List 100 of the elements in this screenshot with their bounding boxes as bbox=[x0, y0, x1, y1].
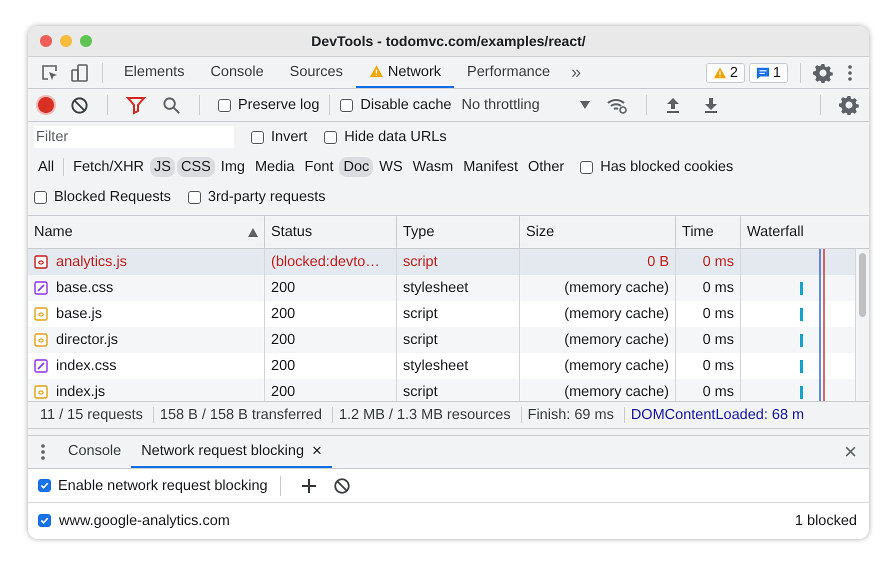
scrollbar-thumb[interactable] bbox=[859, 253, 866, 317]
script-file-icon bbox=[34, 385, 48, 399]
time-cell: 0 ms bbox=[702, 280, 734, 296]
type-filter-button[interactable]: CSS bbox=[176, 157, 215, 177]
more-tabs-button[interactable]: » bbox=[563, 62, 590, 83]
request-row[interactable]: index.js 200 script (memory cache) 0 ms bbox=[28, 379, 855, 401]
panel-tab[interactable]: Performance bbox=[454, 57, 564, 88]
panel-tab[interactable]: Elements bbox=[111, 57, 198, 88]
warning-icon bbox=[368, 64, 384, 79]
throttling-dropdown[interactable]: No throttling bbox=[461, 97, 590, 113]
script-file-icon bbox=[34, 255, 48, 269]
size-cell: (memory cache) bbox=[564, 332, 669, 348]
type-cell: stylesheet bbox=[403, 280, 468, 296]
settings-icon[interactable] bbox=[813, 62, 833, 82]
window-title: DevTools - todomvc.com/examples/react/ bbox=[311, 33, 586, 49]
request-name: director.js bbox=[56, 332, 118, 348]
type-filter-button[interactable]: JS bbox=[150, 157, 175, 177]
settings-icon[interactable] bbox=[839, 95, 859, 115]
record-button[interactable] bbox=[38, 97, 54, 113]
stylesheet-file-icon bbox=[34, 281, 48, 295]
column-header[interactable]: Status bbox=[265, 216, 397, 248]
column-header[interactable]: Size bbox=[520, 216, 676, 248]
add-icon[interactable] bbox=[300, 478, 317, 494]
close-window-button[interactable] bbox=[40, 35, 52, 47]
clear-icon[interactable] bbox=[332, 476, 351, 494]
status-cell: 200 bbox=[271, 280, 296, 296]
type-cell: script bbox=[403, 306, 438, 322]
checkbox[interactable] bbox=[218, 98, 231, 112]
device-toolbar-icon[interactable] bbox=[70, 62, 90, 82]
close-tab-button[interactable]: × bbox=[312, 441, 322, 461]
column-header[interactable]: Waterfall bbox=[741, 216, 869, 248]
clear-icon[interactable] bbox=[70, 96, 89, 114]
request-name: base.js bbox=[56, 306, 102, 322]
message-icon bbox=[756, 66, 770, 80]
status-cell: (blocked:devto… bbox=[271, 254, 380, 270]
upload-icon[interactable] bbox=[664, 96, 681, 114]
request-name: analytics.js bbox=[56, 254, 127, 270]
sort-ascending-icon bbox=[248, 228, 258, 236]
checkbox[interactable] bbox=[251, 130, 264, 144]
status-cell: 200 bbox=[271, 358, 296, 374]
size-cell: (memory cache) bbox=[564, 280, 669, 296]
type-filter-button[interactable]: Doc bbox=[339, 157, 374, 177]
type-filter-button[interactable]: Media bbox=[250, 157, 298, 177]
blocked-pattern: www.google-analytics.com bbox=[59, 512, 230, 528]
type-filter-button[interactable]: Manifest bbox=[459, 157, 522, 177]
search-icon[interactable] bbox=[162, 96, 181, 114]
dom-content-loaded-text: DOMContentLoaded: 68 m bbox=[630, 407, 806, 423]
waterfall-bar bbox=[800, 308, 803, 320]
warning-icon bbox=[712, 66, 727, 80]
checkbox[interactable] bbox=[324, 130, 338, 144]
request-row[interactable]: analytics.js (blocked:devto… script 0 B 0 ms bbox=[28, 249, 855, 275]
panel-tab[interactable]: Console bbox=[197, 57, 277, 88]
type-cell: script bbox=[403, 254, 438, 270]
checkbox[interactable] bbox=[38, 514, 51, 527]
warnings-badge[interactable]: 2 bbox=[706, 62, 745, 82]
checkbox-label: Invert bbox=[271, 129, 308, 145]
checkbox-label: Has blocked cookies bbox=[600, 159, 734, 175]
size-cell: 0 B bbox=[647, 254, 669, 270]
panel-tab[interactable]: Sources bbox=[276, 57, 356, 88]
request-name: index.css bbox=[56, 358, 116, 374]
column-header[interactable]: Time bbox=[676, 216, 741, 248]
script-file-icon bbox=[34, 307, 48, 321]
type-cell: script bbox=[403, 384, 438, 400]
checkbox[interactable] bbox=[340, 98, 354, 112]
type-filter-button[interactable]: Other bbox=[524, 157, 568, 177]
drawer-tab[interactable]: Console bbox=[58, 436, 132, 468]
type-filter-button[interactable]: Img bbox=[216, 157, 249, 177]
type-filter-button[interactable]: Font bbox=[300, 157, 338, 177]
column-header[interactable]: Type bbox=[397, 216, 520, 248]
status-text: 1.2 MB / 1.3 MB resources bbox=[332, 407, 522, 423]
checkbox-label: Hide data URLs bbox=[344, 129, 447, 145]
type-cell: script bbox=[403, 332, 438, 348]
size-cell: (memory cache) bbox=[564, 358, 669, 374]
checkbox[interactable] bbox=[34, 190, 47, 204]
checkbox[interactable] bbox=[580, 160, 594, 174]
checkbox[interactable] bbox=[188, 190, 201, 204]
drawer-menu-icon[interactable] bbox=[40, 442, 46, 462]
more-options-icon[interactable] bbox=[847, 62, 853, 82]
inspect-icon[interactable] bbox=[40, 62, 60, 82]
type-filter-button[interactable]: All bbox=[34, 157, 58, 177]
time-cell: 0 ms bbox=[702, 332, 734, 348]
status-cell: 200 bbox=[271, 332, 296, 348]
status-text: 11 / 15 requests bbox=[34, 407, 154, 423]
time-cell: 0 ms bbox=[702, 306, 734, 322]
time-cell: 0 ms bbox=[702, 384, 734, 400]
request-row[interactable]: director.js 200 script (memory cache) 0 ms bbox=[28, 327, 855, 353]
messages-badge[interactable]: 1 bbox=[748, 62, 788, 82]
type-cell: stylesheet bbox=[403, 358, 468, 374]
request-row[interactable]: base.css 200 stylesheet (memory cache) 0 ms bbox=[28, 275, 855, 301]
type-filter-button[interactable]: WS bbox=[375, 157, 407, 177]
download-icon[interactable] bbox=[702, 96, 719, 114]
checkbox-label: 3rd-party requests bbox=[208, 189, 326, 205]
column-header[interactable]: Name bbox=[28, 216, 265, 248]
filter-field[interactable]: Filter bbox=[34, 126, 234, 148]
close-drawer-button[interactable]: × bbox=[844, 439, 857, 465]
type-filter-button[interactable]: Wasm bbox=[408, 157, 458, 177]
size-cell: (memory cache) bbox=[564, 384, 669, 400]
checkbox[interactable] bbox=[38, 479, 51, 492]
type-filter-button[interactable]: Fetch/XHR bbox=[69, 157, 148, 177]
filter-icon[interactable] bbox=[126, 95, 146, 115]
